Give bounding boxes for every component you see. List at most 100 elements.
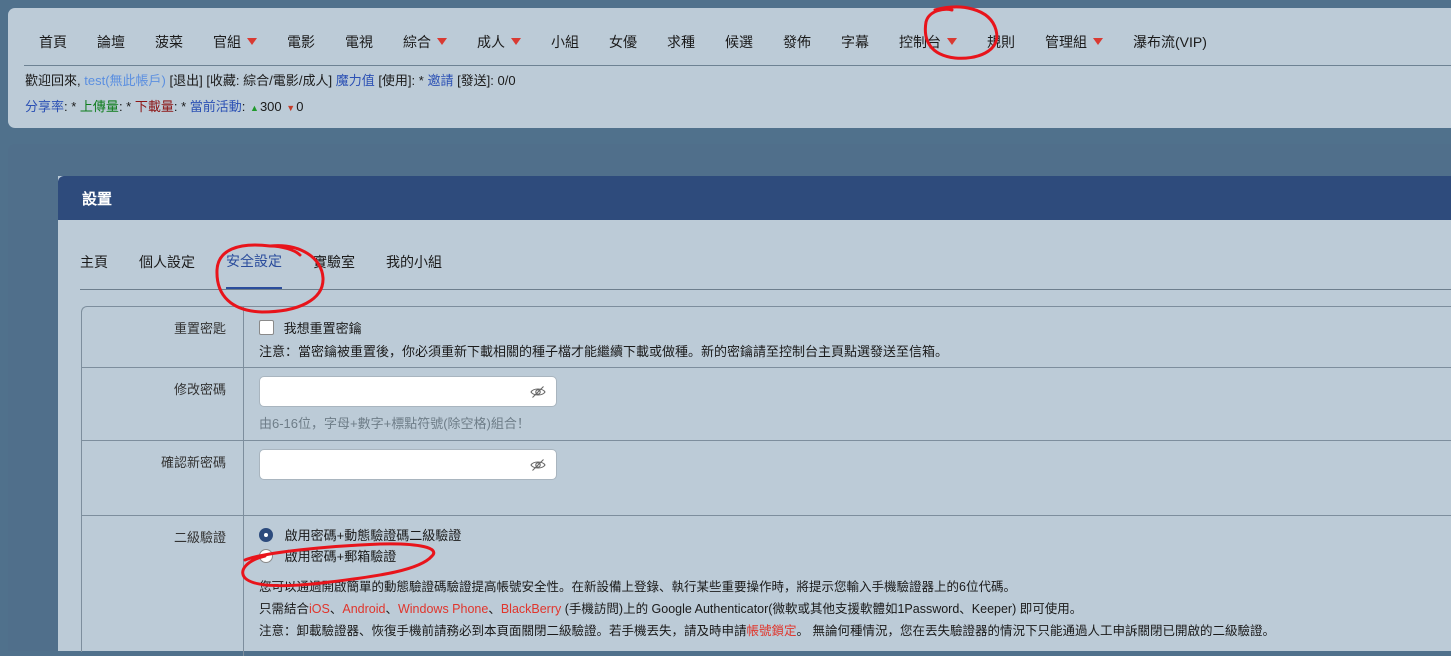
nav-item[interactable]: 菠菜 xyxy=(140,18,198,65)
settings-tab[interactable]: 我的小組 xyxy=(386,234,442,289)
caret-down-icon[interactable] xyxy=(511,38,521,45)
active-label: 當前活動 xyxy=(189,99,242,114)
change-password-row: 修改密碼 由6-16位，字母+數字+標點符號(除空格)組合！ xyxy=(82,368,1451,441)
invite-link[interactable]: 邀請 xyxy=(427,73,453,88)
nav-item[interactable]: 成人 xyxy=(462,18,536,65)
platforms-suffix: (手機訪問)上的 Google Authenticator(微軟或其他支援軟體如… xyxy=(561,602,1083,616)
bonus-link[interactable]: 魔力值 xyxy=(336,73,375,88)
leeching-count[interactable]: 0 xyxy=(296,99,303,114)
nav-item-label: 控制台 xyxy=(899,33,941,50)
nav-item[interactable]: 管理組 xyxy=(1030,18,1118,65)
nav-item-label: 首頁 xyxy=(39,33,67,50)
welcome-text: 歡迎回來, xyxy=(25,73,85,88)
fav-adult-link[interactable]: 成人 xyxy=(302,73,328,88)
nav-item[interactable]: 字幕 xyxy=(826,18,884,65)
totp-option-label[interactable]: 啟用密碼+動態驗證碼二級驗證 xyxy=(285,528,462,543)
nav-item-label: 發佈 xyxy=(783,33,811,50)
nav-item-label: 綜合 xyxy=(403,33,431,50)
reset-passkey-checkbox-label[interactable]: 我想重置密鑰 xyxy=(284,321,362,336)
nav-item-label: 小組 xyxy=(551,33,579,50)
nav-item-label: 官組 xyxy=(213,33,241,50)
blackberry-link[interactable]: BlackBerry xyxy=(501,602,561,616)
confirm-password-row: 確認新密碼 xyxy=(82,441,1451,516)
eye-off-icon[interactable] xyxy=(530,384,546,400)
user-stats-line: 分享率: * 上傳量: * 下載量: * 當前活動: ▲300 ▼0 xyxy=(25,96,303,115)
favorites-prefix: [收藏: xyxy=(206,73,244,88)
caret-down-icon[interactable] xyxy=(437,38,447,45)
upload-value: : * xyxy=(118,99,135,114)
email-radio[interactable] xyxy=(259,548,273,563)
warning-prefix: 注意：卸載驗證器、恢復手機前請務必到本頁面關閉二級驗證。若手機丟失，請及時申請 xyxy=(259,624,747,638)
nav-item[interactable]: 候選 xyxy=(710,18,768,65)
nav-item[interactable]: 論壇 xyxy=(82,18,140,65)
platform-separator: 、 xyxy=(488,602,501,616)
nav-item[interactable]: 控制台 xyxy=(884,18,972,65)
confirm-password-input[interactable] xyxy=(259,449,557,480)
change-password-label: 修改密碼 xyxy=(82,368,244,440)
android-link[interactable]: Android xyxy=(342,602,385,616)
two-factor-desc: 您可以通過開啟簡單的動態驗證碼驗證提高帳號安全性。在新設備上登錄、執行某些重要操… xyxy=(259,580,1016,594)
platform-separator: 、 xyxy=(385,602,398,616)
new-password-input[interactable] xyxy=(259,376,557,407)
settings-panel: 設置 主頁 個人設定 安全設定 實驗室 我的小組 重置密匙 我想重置密鑰 注意：當密鑰被… xyxy=(58,176,1451,656)
nav-item[interactable]: 規則 xyxy=(972,18,1030,65)
username-link[interactable]: test(無此帳戶) xyxy=(84,73,166,88)
fav-comprehensive-link[interactable]: 綜合 xyxy=(243,73,269,88)
email-option-label[interactable]: 啟用密碼+郵箱驗證 xyxy=(285,549,397,564)
nav-item[interactable]: 電影 xyxy=(272,18,330,65)
caret-down-icon[interactable] xyxy=(1093,38,1103,45)
windows-phone-link[interactable]: Windows Phone xyxy=(398,602,488,616)
password-hint: 由6-16位，字母+數字+標點符號(除空格)組合！ xyxy=(259,416,530,431)
nav-item[interactable]: 首頁 xyxy=(24,18,82,65)
settings-tab[interactable]: 安全設定 xyxy=(226,234,282,289)
arrow-down-icon: ▼ xyxy=(286,103,296,113)
logout-link[interactable]: [退出] xyxy=(166,73,206,88)
settings-tab[interactable]: 實驗室 xyxy=(313,234,355,289)
nav-item-label: 電視 xyxy=(345,33,373,50)
fav-movie-link[interactable]: 電影 xyxy=(273,73,299,88)
upload-label: 上傳量 xyxy=(79,99,119,114)
user-info-line: 歡迎回來, test(無此帳戶) [退出] [收藏: 綜合/電影/成人] 魔力值… xyxy=(25,70,516,89)
nav-item[interactable]: 求種 xyxy=(652,18,710,65)
reset-passkey-checkbox[interactable] xyxy=(259,320,274,335)
platforms-prefix: 只需結合 xyxy=(259,602,310,616)
settings-tab[interactable]: 個人設定 xyxy=(139,234,195,289)
two-factor-warning: 注意：卸載驗證器、恢復手機前請務必到本頁面關閉二級驗證。若手機丟失，請及時申請帳… xyxy=(259,620,1275,639)
reset-passkey-label: 重置密匙 xyxy=(82,307,244,367)
nav-item[interactable]: 小組 xyxy=(536,18,594,65)
ios-link[interactable]: iOS xyxy=(309,602,330,616)
nav-item-label: 求種 xyxy=(667,33,695,50)
nav-item[interactable]: 瀑布流(VIP) xyxy=(1118,18,1222,65)
nav-item[interactable]: 電視 xyxy=(330,18,388,65)
nav-item[interactable]: 發佈 xyxy=(768,18,826,65)
warning-suffix: 。 無論何種情況，您在丟失驗證器的情況下只能通過人工申訴關閉已開啟的二級驗證。 xyxy=(796,624,1276,638)
nav-item[interactable]: 官組 xyxy=(198,18,272,65)
two-factor-platforms: 只需結合iOS、Android、Windows Phone、BlackBerry… xyxy=(259,598,1082,617)
two-factor-row: 二級驗證 啟用密碼+動態驗證碼二級驗證 啟用密碼+郵箱驗證 您可以通過開啟簡單的… xyxy=(82,516,1451,656)
nav-item-label: 成人 xyxy=(477,33,505,50)
totp-radio[interactable] xyxy=(259,527,273,542)
top-header: 首頁 論壇 菠菜 官組 電影 電視 綜合 成人 小組 女優 求種 候選 發佈 字幕 控制台 規則 管理組 瀑布流(… xyxy=(8,8,1451,128)
account-lock-link[interactable]: 帳號鎖定 xyxy=(747,624,797,638)
settings-tab[interactable]: 主頁 xyxy=(80,234,108,289)
seeding-count[interactable]: 300 xyxy=(260,99,282,114)
nav-item[interactable]: 女優 xyxy=(594,18,652,65)
nav-item-label: 瀑布流(VIP) xyxy=(1133,33,1207,50)
eye-off-icon[interactable] xyxy=(530,457,546,473)
ratio-value: : * xyxy=(64,99,80,114)
nav-item-label: 論壇 xyxy=(97,33,125,50)
confirm-password-label: 確認新密碼 xyxy=(82,441,244,515)
main-nav: 首頁 論壇 菠菜 官組 電影 電視 綜合 成人 小組 女優 求種 候選 發佈 字幕 控制台 規則 管理組 瀑布流(… xyxy=(24,18,1451,66)
download-value: : * xyxy=(173,99,190,114)
caret-down-icon[interactable] xyxy=(247,38,257,45)
panel-title: 設置 xyxy=(58,176,1451,220)
nav-item-label: 管理組 xyxy=(1045,33,1087,50)
caret-down-icon[interactable] xyxy=(947,38,957,45)
nav-item-label: 女優 xyxy=(609,33,637,50)
nav-item[interactable]: 綜合 xyxy=(388,18,462,65)
nav-item-label: 菠菜 xyxy=(155,33,183,50)
nav-item-label: 電影 xyxy=(287,33,315,50)
bonus-value: [使用]: * xyxy=(374,73,428,88)
arrow-up-icon: ▲ xyxy=(250,103,259,113)
settings-tabs: 主頁 個人設定 安全設定 實驗室 我的小組 xyxy=(80,234,1451,290)
